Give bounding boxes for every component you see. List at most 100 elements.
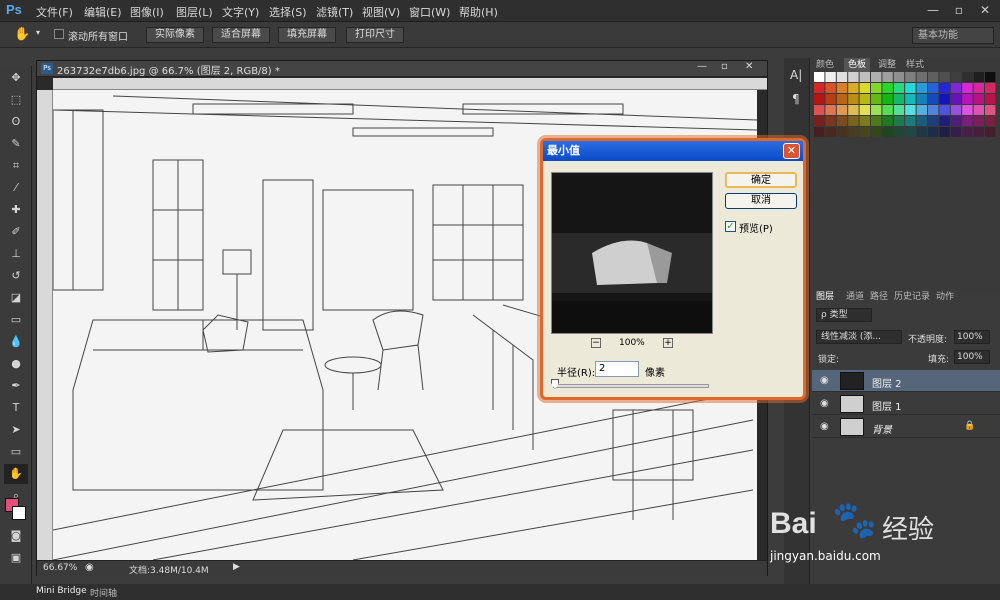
layer-row-1[interactable]: ◉ 图层 1: [812, 393, 1000, 415]
status-info-icon[interactable]: ◉: [85, 562, 94, 573]
swatch[interactable]: [882, 83, 893, 93]
swatch[interactable]: [916, 94, 927, 104]
print-size-button[interactable]: 打印尺寸: [346, 27, 404, 43]
healing-tool-icon[interactable]: ✚: [4, 200, 28, 220]
swatch[interactable]: [859, 116, 870, 126]
fill-screen-button[interactable]: 填充屏幕: [278, 27, 336, 43]
dialog-close-button[interactable]: ✕: [783, 143, 800, 159]
preview-checkbox[interactable]: ✓: [725, 221, 736, 232]
tab-actions[interactable]: 动作: [936, 290, 954, 304]
swatch[interactable]: [848, 94, 859, 104]
swatch[interactable]: [848, 83, 859, 93]
swatch[interactable]: [916, 72, 927, 82]
swatch[interactable]: [905, 127, 916, 137]
layer-kind-filter[interactable]: ρ 类型: [816, 308, 872, 322]
quick-select-tool-icon[interactable]: ✎: [4, 134, 28, 154]
swatch[interactable]: [950, 94, 962, 104]
swatch[interactable]: [950, 83, 962, 93]
swatch[interactable]: [916, 105, 927, 115]
swatch[interactable]: [836, 127, 848, 137]
swatch[interactable]: [939, 105, 950, 115]
swatch[interactable]: [962, 105, 973, 115]
swatch[interactable]: [928, 72, 939, 82]
swatch[interactable]: [973, 105, 984, 115]
eyedropper-tool-icon[interactable]: ⁄: [4, 178, 28, 198]
workspace-select[interactable]: 基本功能: [912, 27, 994, 44]
paragraph-panel-icon[interactable]: ¶: [792, 92, 800, 106]
swatch[interactable]: [882, 127, 893, 137]
character-panel-icon[interactable]: A|: [790, 68, 802, 82]
swatch[interactable]: [871, 105, 882, 115]
swatch-grid[interactable]: [814, 72, 998, 142]
swatch[interactable]: [928, 94, 939, 104]
swatch[interactable]: [859, 105, 870, 115]
swatch[interactable]: [916, 127, 927, 137]
swatch[interactable]: [928, 116, 939, 126]
path-select-tool-icon[interactable]: ➤: [4, 420, 28, 440]
menu-type[interactable]: 文字(Y): [222, 4, 259, 20]
swatch[interactable]: [859, 83, 870, 93]
swatch[interactable]: [825, 72, 836, 82]
swatch[interactable]: [928, 127, 939, 137]
chevron-down-icon[interactable]: ▾: [36, 28, 40, 37]
swatch[interactable]: [939, 72, 950, 82]
menu-edit[interactable]: 编辑(E): [84, 4, 122, 20]
hand-tool-icon[interactable]: ✋: [4, 464, 28, 484]
swatch[interactable]: [973, 116, 984, 126]
menu-help[interactable]: 帮助(H): [459, 4, 498, 20]
swatch[interactable]: [859, 94, 870, 104]
layer-row-2[interactable]: ◉ 图层 2: [812, 370, 1000, 392]
tab-styles[interactable]: 样式: [906, 58, 924, 72]
pen-tool-icon[interactable]: ✒: [4, 376, 28, 396]
opacity-field[interactable]: 100%: [954, 330, 990, 344]
swatch[interactable]: [814, 116, 825, 126]
swatch[interactable]: [973, 127, 984, 137]
swatch[interactable]: [871, 127, 882, 137]
layer-row-background[interactable]: ◉ 背景 🔒: [812, 416, 1000, 438]
menu-view[interactable]: 视图(V): [362, 4, 400, 20]
swatch[interactable]: [905, 83, 916, 93]
close-icon[interactable]: ✕: [972, 0, 998, 20]
crop-tool-icon[interactable]: ⌗: [4, 156, 28, 176]
blur-tool-icon[interactable]: 💧: [4, 332, 28, 352]
cancel-button[interactable]: 取消: [725, 193, 797, 209]
swatch[interactable]: [950, 127, 962, 137]
doc-close-icon[interactable]: ✕: [745, 61, 753, 72]
gradient-tool-icon[interactable]: ▭: [4, 310, 28, 330]
swatch[interactable]: [836, 94, 848, 104]
history-brush-tool-icon[interactable]: ↺: [4, 266, 28, 286]
lasso-tool-icon[interactable]: ʘ: [4, 112, 28, 132]
swatch[interactable]: [825, 83, 836, 93]
swatch[interactable]: [882, 116, 893, 126]
swatch[interactable]: [985, 94, 996, 104]
swatch[interactable]: [836, 83, 848, 93]
document-tab[interactable]: Ps 263732e7db6.jpg @ 66.7% (图层 2, RGB/8)…: [37, 61, 767, 77]
swatch[interactable]: [928, 83, 939, 93]
type-tool-icon[interactable]: T: [4, 398, 28, 418]
swatch[interactable]: [848, 72, 859, 82]
menu-select[interactable]: 选择(S): [269, 4, 307, 20]
zoom-in-icon[interactable]: +: [663, 338, 673, 348]
swatch[interactable]: [973, 94, 984, 104]
swatch[interactable]: [836, 105, 848, 115]
swatch[interactable]: [882, 72, 893, 82]
swatch[interactable]: [814, 127, 825, 137]
tab-swatches[interactable]: 色板: [844, 58, 871, 72]
swatch[interactable]: [836, 116, 848, 126]
swatch[interactable]: [848, 105, 859, 115]
background-color-swatch[interactable]: [12, 506, 26, 520]
dodge-tool-icon[interactable]: ●: [4, 354, 28, 374]
doc-minimize-icon[interactable]: —: [697, 61, 707, 72]
tab-timeline[interactable]: 时间轴: [90, 586, 117, 599]
tab-channels[interactable]: 通道: [846, 290, 864, 304]
swatch[interactable]: [985, 105, 996, 115]
tab-mini-bridge[interactable]: Mini Bridge: [36, 586, 87, 596]
swatch[interactable]: [905, 72, 916, 82]
swatch[interactable]: [825, 94, 836, 104]
swatch[interactable]: [893, 94, 905, 104]
scroll-all-checkbox[interactable]: [54, 29, 64, 39]
zoom-out-icon[interactable]: −: [591, 338, 601, 348]
swatch[interactable]: [962, 94, 973, 104]
swatch[interactable]: [950, 116, 962, 126]
tab-paths[interactable]: 路径: [870, 290, 888, 304]
